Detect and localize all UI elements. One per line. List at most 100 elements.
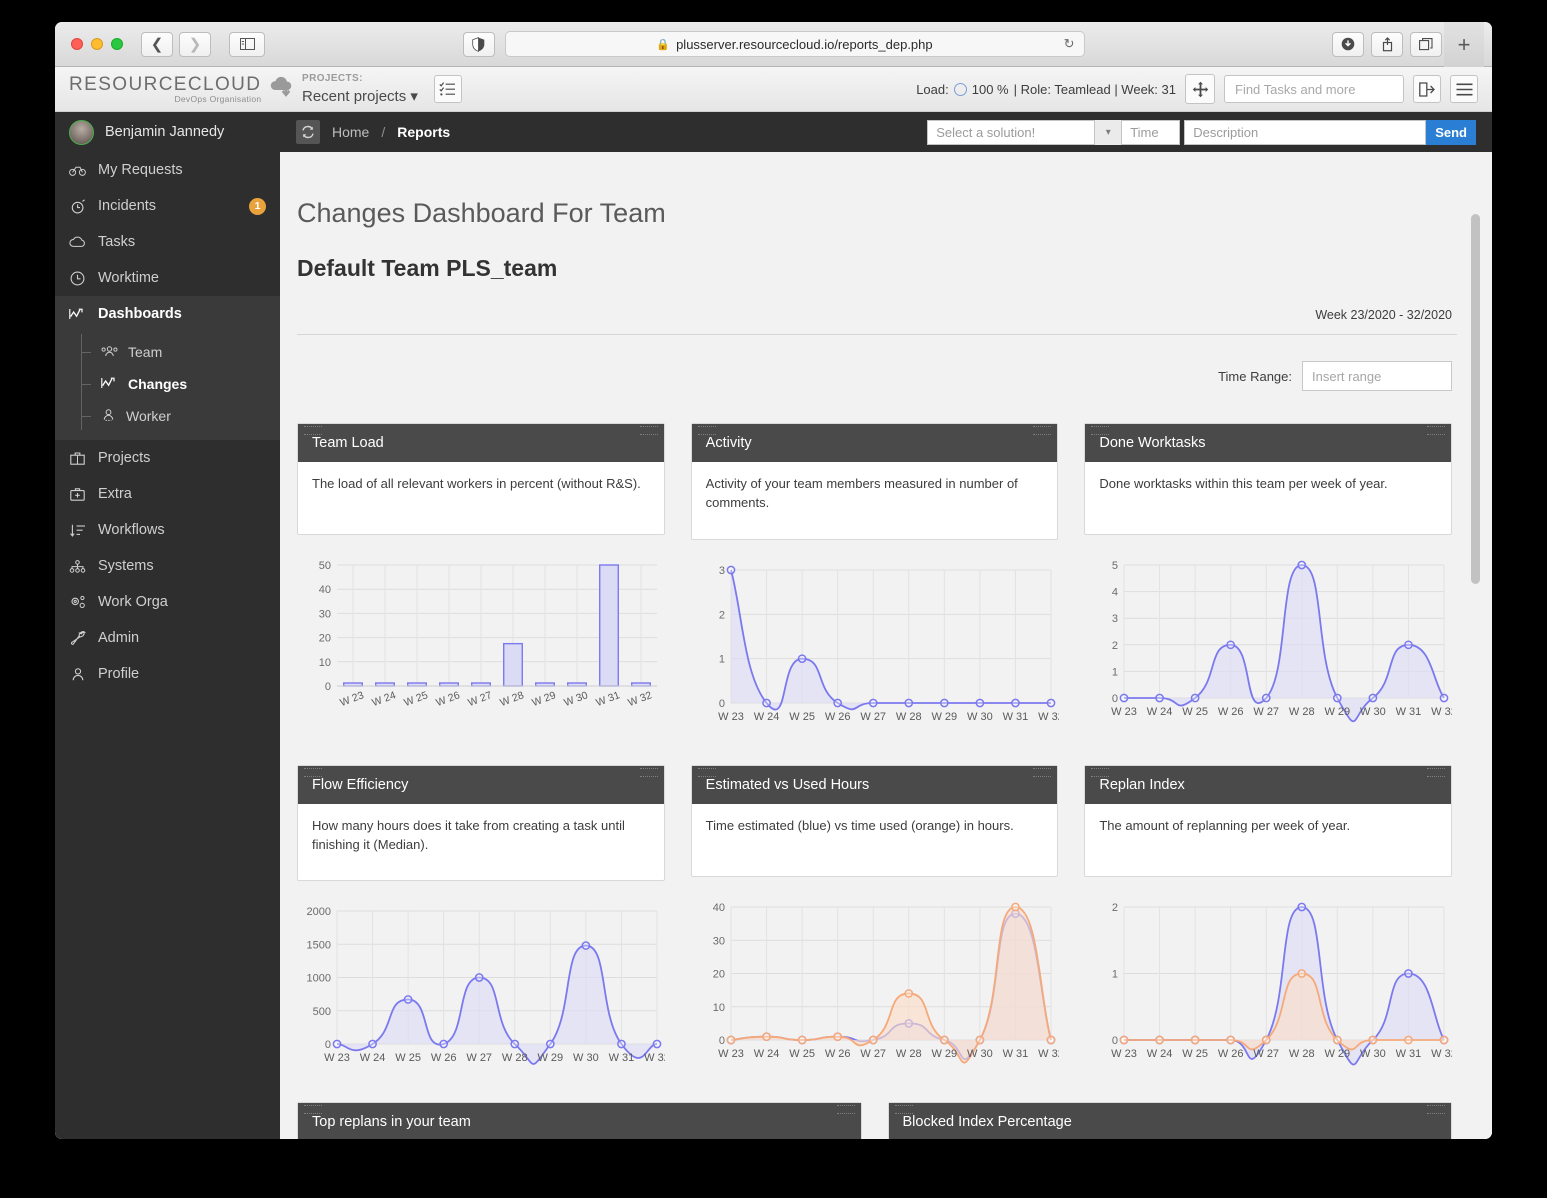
sidebar-item-admin[interactable]: Admin <box>55 620 280 656</box>
svg-text:W 26: W 26 <box>824 711 850 723</box>
sidebar-subitem-label: Worker <box>126 408 171 424</box>
app-body: Benjamin Jannedy My Requests Incidents 1 <box>55 112 1492 1139</box>
sidebar-item-team[interactable]: Team <box>55 336 280 368</box>
svg-text:500: 500 <box>313 1006 331 1018</box>
sidebar-item-systems[interactable]: Systems <box>55 548 280 584</box>
solution-select-value: Select a solution! <box>936 124 1036 140</box>
solution-select[interactable]: Select a solution! ▾ <box>927 119 1123 145</box>
search-input[interactable] <box>1233 80 1413 98</box>
hamburger-icon[interactable] <box>1450 75 1478 103</box>
checklist-icon[interactable] <box>433 75 462 103</box>
browser-titlebar: ❮ ❯ 🔒 plusserver.resourcecloud.io/report… <box>55 22 1492 67</box>
chart-replan-index: 0 1 2 W 23 W 24 W 25 W 26 W 27 W 28 W 29 W 30 W 31 W… <box>1084 895 1452 1070</box>
tab-overview-icon[interactable] <box>1410 31 1442 57</box>
svg-text:W 26: W 26 <box>431 1052 457 1064</box>
send-button[interactable]: Send <box>1426 119 1476 145</box>
chevron-down-icon[interactable]: ▾ <box>1094 119 1122 145</box>
svg-text:W 24: W 24 <box>753 1048 779 1060</box>
role-week-text: | Role: Teamlead | Week: 31 <box>1013 81 1176 97</box>
description-input[interactable]: Description <box>1184 119 1427 145</box>
dashboard-scroll-area: Changes Dashboard For Team Default Team … <box>280 152 1492 1139</box>
chevron-down-icon: ▾ <box>410 88 418 105</box>
time-range-input[interactable]: Insert range <box>1302 361 1452 391</box>
sidebar-item-extra[interactable]: Extra <box>55 476 280 512</box>
back-button[interactable]: ❮ <box>141 31 173 57</box>
svg-text:0: 0 <box>719 1035 725 1047</box>
sidebar-item-workflows[interactable]: Workflows <box>55 512 280 548</box>
close-window-button[interactable] <box>71 38 83 50</box>
download-icon[interactable] <box>1332 31 1364 57</box>
network-icon <box>69 559 86 573</box>
svg-text:10: 10 <box>319 657 331 669</box>
svg-text:W 23: W 23 <box>718 711 744 723</box>
user-profile-row[interactable]: Benjamin Jannedy <box>55 112 280 152</box>
dashboard-row-1: Team Load The load of all relevant worke… <box>294 423 1460 733</box>
sidebar-item-label: Extra <box>98 486 132 502</box>
svg-text:W 29: W 29 <box>931 1048 957 1060</box>
week-range-label: Week 23/2020 - 32/2020 <box>1315 308 1452 322</box>
main-content: Home / Reports Select a solution! ▾ Time… <box>280 112 1492 1139</box>
time-range-label: Time Range: <box>1218 368 1292 384</box>
dashboard-row-3: Top replans in your team Blocked Index P… <box>294 1102 1460 1139</box>
minimize-window-button[interactable] <box>91 38 103 50</box>
share-icon[interactable] <box>1371 31 1403 57</box>
sidebar-toggle-icon[interactable] <box>229 31 265 57</box>
reload-icon[interactable]: ↻ <box>1064 36 1075 52</box>
svg-text:W 23: W 23 <box>1112 1048 1138 1060</box>
logout-icon[interactable] <box>1413 75 1441 103</box>
sidebar-item-projects[interactable]: Projects <box>55 440 280 476</box>
svg-text:W 25: W 25 <box>1183 706 1209 718</box>
svg-text:2000: 2000 <box>307 906 331 918</box>
sidebar-item-label: Systems <box>98 558 154 574</box>
wrench-icon <box>69 631 86 645</box>
new-tab-button[interactable]: + <box>1444 22 1484 67</box>
svg-text:W 32: W 32 <box>1038 711 1059 723</box>
forward-button[interactable]: ❯ <box>179 31 211 57</box>
search-box[interactable] <box>1224 75 1434 103</box>
time-range-placeholder: Insert range <box>1312 368 1382 384</box>
svg-text:3: 3 <box>1112 613 1118 625</box>
sidebar-item-worktime[interactable]: Worktime <box>55 260 280 296</box>
card-title: Blocked Index Percentage <box>888 1103 1451 1139</box>
shield-icon[interactable] <box>462 31 495 57</box>
dashboard-col-estimated-vs-used: Estimated vs Used Hours Time estimated (… <box>690 764 1059 1075</box>
move-icon[interactable] <box>1185 74 1215 104</box>
svg-text:W 24: W 24 <box>360 1052 386 1064</box>
svg-text:20: 20 <box>319 633 331 645</box>
sidebar-item-tasks[interactable]: Tasks <box>55 224 280 260</box>
sidebar-item-my-requests[interactable]: My Requests <box>55 152 280 188</box>
breadcrumb-separator: / <box>381 124 386 140</box>
app-header-right: Load: 100 % | Role: Teamlead | Week: 31 <box>916 74 1478 104</box>
load-status: Load: 100 % | Role: Teamlead | Week: 31 <box>916 82 1176 97</box>
briefcase-icon <box>69 451 86 465</box>
scrollbar-thumb[interactable] <box>1471 214 1480 584</box>
card-title: Flow Efficiency <box>298 765 664 804</box>
sidebar-item-incidents[interactable]: Incidents 1 <box>55 188 280 224</box>
scrollbar-track[interactable] <box>1471 158 1486 1133</box>
users-icon <box>101 344 118 360</box>
sidebar-item-changes[interactable]: Changes <box>55 368 289 400</box>
svg-text:0: 0 <box>1112 693 1118 705</box>
time-input[interactable]: Time <box>1122 119 1181 145</box>
chart-done-worktasks: 0 1 2 3 4 5 W 23 W 24 W 25 W 26 W 27 W 28 W 29 W 30 W … <box>1084 553 1452 728</box>
user-icon <box>69 667 86 681</box>
projects-selector[interactable]: PROJECTS: Recent projects ▾ <box>302 73 418 105</box>
sidebar-item-worker[interactable]: Worker <box>55 400 280 432</box>
sidebar-item-work-orga[interactable]: Work Orga <box>55 584 280 620</box>
dashboard-col-replan-index: Replan Index The amount of replanning pe… <box>1084 764 1452 1075</box>
dashboard-row-2: Flow Efficiency How many hours does it t… <box>294 764 1460 1075</box>
sidebar-item-profile[interactable]: Profile <box>55 656 280 692</box>
breadcrumb-home[interactable]: Home <box>332 124 369 140</box>
sidebar-item-dashboards[interactable]: Dashboards <box>55 296 280 332</box>
svg-text:W 32: W 32 <box>1432 1048 1453 1060</box>
url-bar[interactable]: 🔒 plusserver.resourcecloud.io/reports_de… <box>504 31 1085 57</box>
maximize-window-button[interactable] <box>111 38 123 50</box>
svg-text:W 27: W 27 <box>860 1048 886 1060</box>
projects-value[interactable]: Recent projects ▾ <box>302 87 418 105</box>
chart-line-icon <box>69 308 86 320</box>
svg-text:W 31: W 31 <box>1396 706 1422 718</box>
app-logo[interactable]: RESOURCECLOUD DevOps Organisation <box>69 75 294 104</box>
svg-text:2: 2 <box>1112 640 1118 652</box>
sidebar-item-label: My Requests <box>98 162 183 178</box>
refresh-icon[interactable] <box>296 120 320 144</box>
